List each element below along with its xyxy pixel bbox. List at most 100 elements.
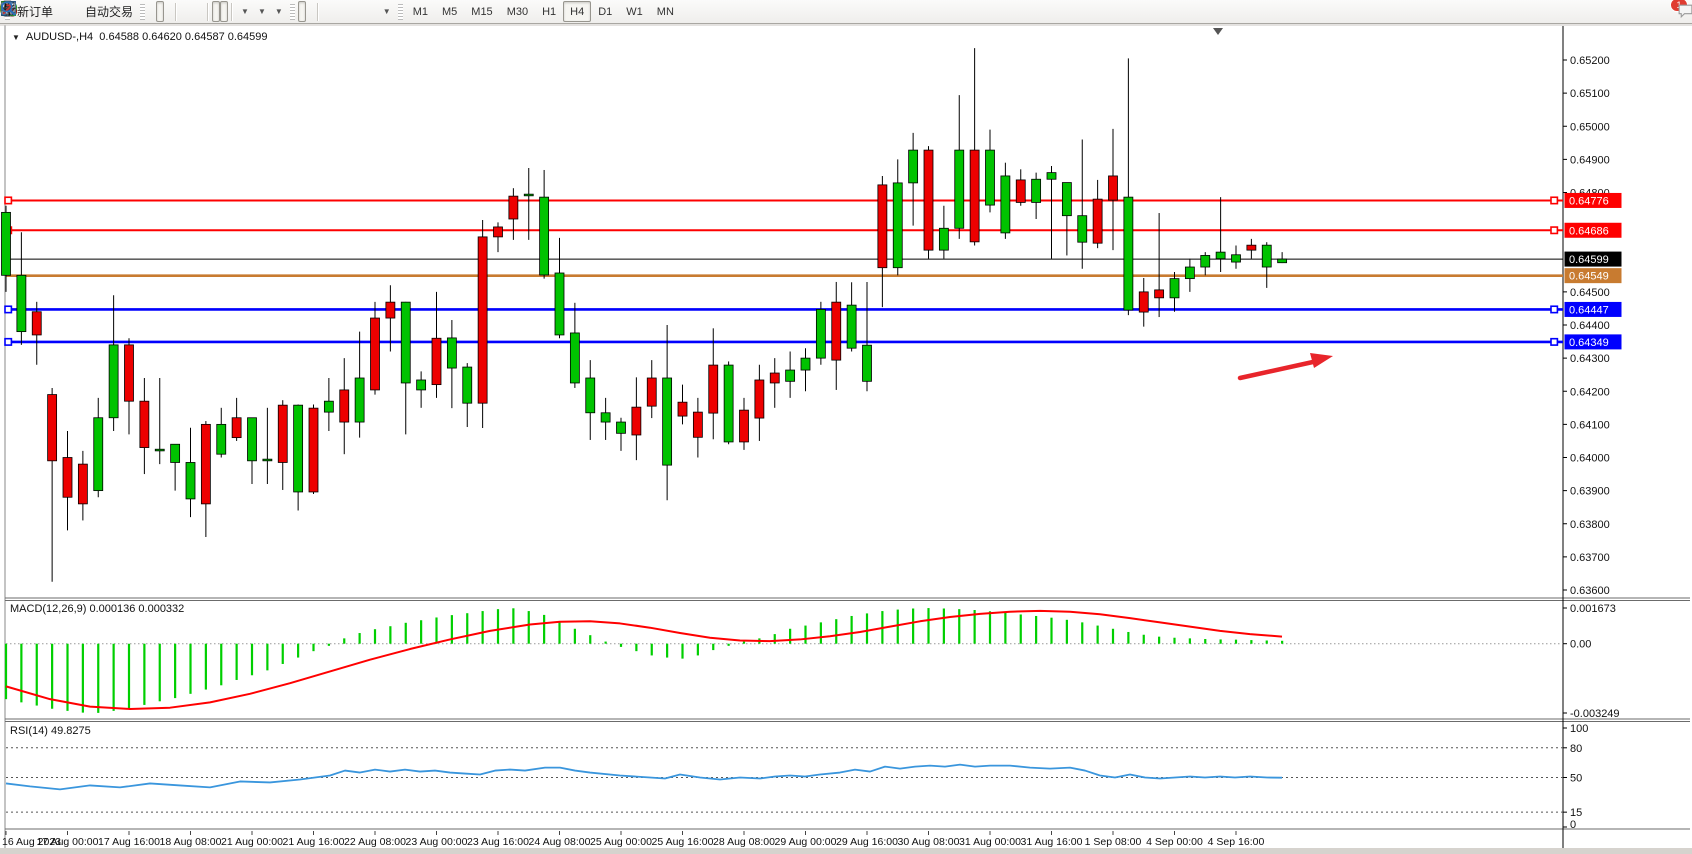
- coins-button[interactable]: [57, 1, 65, 22]
- cursor-button[interactable]: [298, 1, 306, 22]
- candle-body: [663, 378, 672, 465]
- time-axis-label: 17 Aug 00:00: [37, 836, 99, 848]
- candle-body: [570, 333, 579, 383]
- timeframe-m30-button[interactable]: M30: [500, 1, 535, 22]
- candle-body: [986, 150, 995, 205]
- macd-indicator-label: MACD(12,26,9) 0.000136 0.000332: [10, 603, 184, 615]
- candle-body: [1155, 290, 1164, 298]
- time-axis-label: 30 Aug 08:00: [898, 836, 960, 848]
- equidistant-channel-button[interactable]: E: [346, 1, 354, 22]
- timeframe-w1-button[interactable]: W1: [619, 1, 650, 22]
- candle-body: [278, 405, 287, 462]
- support-line-2-anchor[interactable]: [5, 339, 11, 345]
- candle-body: [1262, 245, 1271, 267]
- chart-ohlc-values: 0.64588 0.64620 0.64587 0.64599: [99, 31, 267, 43]
- chart-symbol: AUDUSD-,H4: [26, 31, 93, 43]
- text-label-button[interactable]: T: [370, 1, 378, 22]
- resistance-line-1-anchor[interactable]: [1551, 197, 1557, 203]
- resistance-line-1-anchor[interactable]: [5, 197, 11, 203]
- candle-body: [617, 422, 626, 433]
- time-axis-label: 31 Aug 00:00: [959, 836, 1021, 848]
- templates-button[interactable]: ▼: [270, 1, 287, 22]
- timeframe-h1-button[interactable]: H1: [535, 1, 563, 22]
- timeframe-d1-button[interactable]: D1: [591, 1, 619, 22]
- main-toolbar: 新订单: [0, 0, 1692, 24]
- candle-body: [125, 345, 134, 401]
- toolbar-grip[interactable]: [398, 4, 403, 20]
- candle-body: [863, 345, 872, 381]
- candle-body: [770, 373, 779, 383]
- chat-icon: [1677, 2, 1692, 19]
- chart-shift-button[interactable]: [220, 1, 228, 22]
- candle-body: [1001, 176, 1010, 233]
- candle-body: [171, 444, 180, 462]
- support-line-1-anchor[interactable]: [5, 306, 11, 312]
- profile-button[interactable]: [65, 1, 73, 22]
- trendline-button[interactable]: [338, 1, 346, 22]
- timeframe-mn-button[interactable]: MN: [650, 1, 681, 22]
- candle-body: [1047, 173, 1056, 180]
- new-order-button[interactable]: 新订单: [13, 1, 57, 22]
- candle-body: [939, 228, 948, 250]
- candle-body: [847, 305, 856, 348]
- auto-trading-button[interactable]: 自动交易: [81, 1, 137, 22]
- timeframe-h4-button[interactable]: H4: [563, 1, 591, 22]
- candle-body: [232, 418, 241, 438]
- candle-body: [555, 273, 564, 335]
- notifications-button[interactable]: 1: [1676, 1, 1684, 22]
- candle-body: [371, 318, 380, 390]
- candle-body: [186, 462, 195, 498]
- timeframe-m5-button[interactable]: M5: [435, 1, 464, 22]
- candle-body: [1278, 259, 1287, 263]
- hline-button[interactable]: [330, 1, 338, 22]
- candle-body: [248, 418, 257, 461]
- timeframe-label: W1: [622, 6, 647, 18]
- time-axis-label: 24 Aug 08:00: [529, 836, 591, 848]
- time-axis-label: 18 Aug 08:00: [160, 836, 222, 848]
- candle-body: [217, 424, 226, 454]
- time-axis-label: 28 Aug 08:00: [713, 836, 775, 848]
- indicators-button[interactable]: ▼: [236, 1, 253, 22]
- zoom-out-button[interactable]: [188, 1, 196, 22]
- candle-body: [724, 365, 733, 442]
- toolbar-grip[interactable]: [140, 4, 145, 20]
- resistance-line-2-anchor[interactable]: [1551, 227, 1557, 233]
- fibonacci-button[interactable]: F: [354, 1, 362, 22]
- price-badge-label: 0.64776: [1569, 195, 1609, 207]
- timeframe-label: H4: [566, 6, 588, 18]
- candle-body: [63, 458, 72, 498]
- crosshair-button[interactable]: [306, 1, 314, 22]
- signals-button[interactable]: [73, 1, 81, 22]
- line-chart-button[interactable]: [164, 1, 172, 22]
- timeframe-m15-button[interactable]: M15: [464, 1, 499, 22]
- candle-body: [1109, 176, 1118, 200]
- candle-body: [1247, 245, 1256, 250]
- text-button[interactable]: A: [362, 1, 370, 22]
- candle-body: [463, 367, 472, 403]
- support-line-2-anchor[interactable]: [1551, 339, 1557, 345]
- toolbar-grip[interactable]: [290, 4, 295, 20]
- vline-button[interactable]: [322, 1, 330, 22]
- candlestick-chart-button[interactable]: [156, 1, 164, 22]
- mt4-window: 新订单: [0, 0, 1692, 854]
- macd-axis-label: 0.00: [1570, 639, 1591, 651]
- timeframe-m1-button[interactable]: M1: [406, 1, 435, 22]
- price-tick-label: 0.64000: [1570, 453, 1610, 465]
- price-badge-label: 0.64447: [1569, 304, 1609, 316]
- arrows-objects-button[interactable]: ▼: [378, 1, 395, 22]
- candlestick: [309, 405, 318, 494]
- zoom-in-button[interactable]: [180, 1, 188, 22]
- chart-canvas[interactable]: 0.652000.651000.650000.649000.648000.645…: [0, 0, 1692, 854]
- candle-body: [386, 302, 395, 318]
- timeframe-toolbar: M1M5M15M30H1H4D1W1MN: [406, 1, 681, 22]
- auto-scroll-button[interactable]: [212, 1, 220, 22]
- tile-windows-button[interactable]: [196, 1, 204, 22]
- periods-button[interactable]: ▼: [253, 1, 270, 22]
- candlestick: [478, 220, 487, 428]
- bar-chart-button[interactable]: [148, 1, 156, 22]
- chart-title[interactable]: ▼AUDUSD-,H4 0.64588 0.64620 0.64587 0.64…: [12, 31, 268, 43]
- candle-body: [1016, 180, 1025, 203]
- support-line-1-anchor[interactable]: [1551, 306, 1557, 312]
- candle-body: [355, 378, 364, 422]
- candle-body: [263, 459, 272, 461]
